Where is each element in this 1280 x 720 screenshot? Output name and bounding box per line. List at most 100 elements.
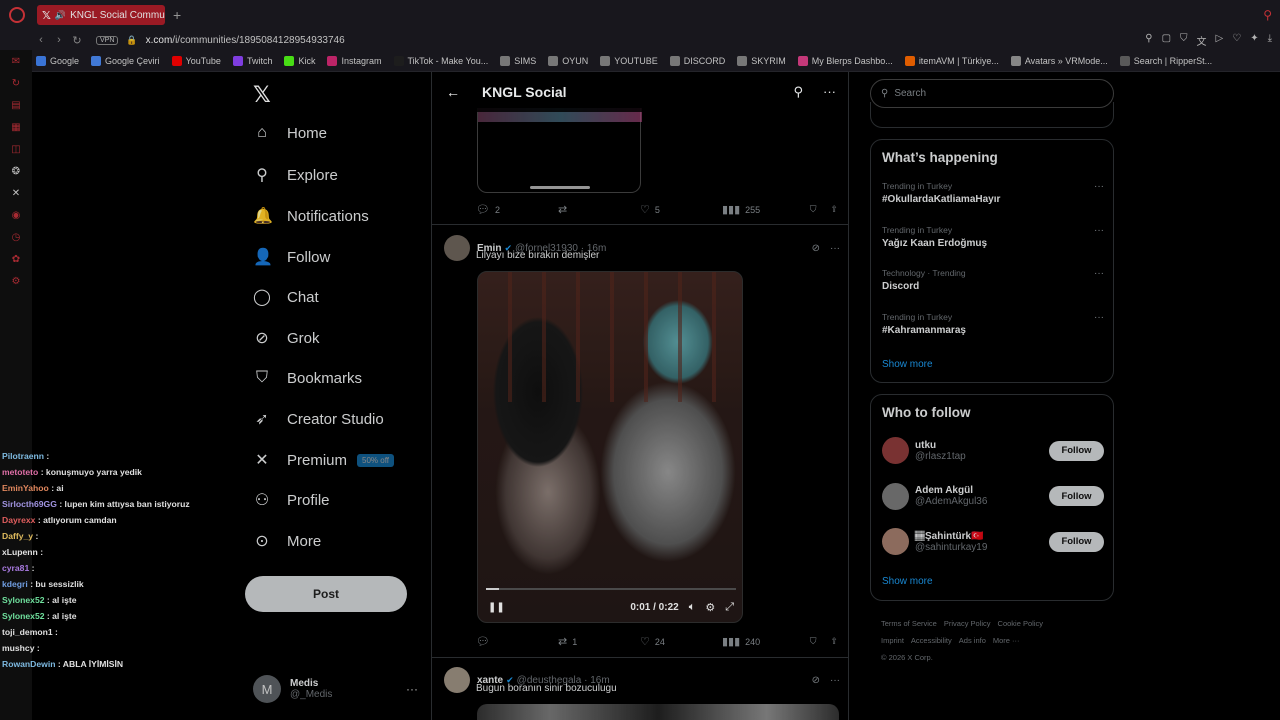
suggestion-name[interactable]: Adem Akgül xyxy=(915,485,987,496)
chat-username[interactable]: EminYahoo xyxy=(2,483,49,493)
bookmark-item[interactable]: My Blerps Dashbo... xyxy=(797,55,893,66)
bookmark-item[interactable]: Search | RipperSt... xyxy=(1119,55,1212,66)
reload-icon[interactable]: ↻ xyxy=(68,34,86,47)
settings-icon[interactable]: ⚙ xyxy=(705,601,715,614)
chat-username[interactable]: toji_demon1 xyxy=(2,627,53,637)
more-dots-icon[interactable]: ··· xyxy=(830,243,840,254)
avatar[interactable] xyxy=(882,437,909,464)
bookmark-item[interactable]: DISCORD xyxy=(669,55,725,66)
bookmark-item[interactable]: SKYRIM xyxy=(737,55,786,66)
avatar[interactable] xyxy=(444,667,470,693)
footer-link[interactable]: Accessibility xyxy=(911,636,952,645)
follow-suggestion[interactable]: utku @rlasz1tap Follow xyxy=(882,437,1104,464)
nav-item-explore[interactable]: ⚲ Explore xyxy=(253,165,338,185)
bookmark-item[interactable]: OYUN xyxy=(548,55,588,66)
show-more-link[interactable]: Show more xyxy=(882,359,933,370)
fullscreen-icon[interactable]: ⤢ xyxy=(725,601,734,614)
account-switcher[interactable]: M Medis @_Medis ··· xyxy=(253,675,418,703)
mail-icon[interactable]: ◫ xyxy=(10,144,22,156)
chat-username[interactable]: xLupenn xyxy=(2,547,38,557)
post-button[interactable]: Post xyxy=(245,576,407,612)
bookmark-item[interactable]: itemAVM | Türkiye... xyxy=(904,55,999,66)
footer-link[interactable]: Imprint xyxy=(881,636,904,645)
heart-icon[interactable]: ♡ xyxy=(1232,33,1241,48)
chat-username[interactable]: Daffy_y xyxy=(2,531,33,541)
bookmark-item[interactable]: YOUTUBE xyxy=(600,55,658,66)
share-icon[interactable]: ⇪ xyxy=(830,204,838,215)
chat-username[interactable]: Dayrexx xyxy=(2,515,35,525)
nav-item-premium[interactable]: ✕ Premium 50% off xyxy=(253,450,394,470)
refresh-icon[interactable]: ↻ xyxy=(10,78,22,90)
reply-button[interactable]: 💬︎ 2 xyxy=(476,203,558,216)
pin-icon[interactable]: ⚲ xyxy=(1145,33,1152,48)
trend-item[interactable]: Trending in Turkey Yağız Kaan Erdoğmuş ··· xyxy=(882,225,1104,249)
trend-item[interactable]: Trending in Turkey #OkullardaKatliamaHayı… xyxy=(882,181,1104,205)
footer-link[interactable]: Privacy Policy xyxy=(944,619,991,628)
grok-icon[interactable]: ⊘ xyxy=(812,675,820,686)
player-icon[interactable]: ◉ xyxy=(10,210,22,222)
views-button[interactable]: ▮▮▮ 255 xyxy=(722,203,802,216)
nav-item-home[interactable]: ⌂ Home xyxy=(253,124,327,142)
bookmark-item[interactable]: Twitch xyxy=(232,55,272,66)
trend-item[interactable]: Technology · Trending Discord ··· xyxy=(882,268,1104,292)
follow-suggestion[interactable]: Adem Akgül @AdemAkgul36 Follow xyxy=(882,482,1104,510)
suggestion-name[interactable]: 🏽Şahintürk🇹🇷 xyxy=(915,531,987,542)
retweet-button[interactable]: ⇄ 1 xyxy=(558,635,640,648)
calendar-icon[interactable]: ▦ xyxy=(10,122,22,134)
follow-button[interactable]: Follow xyxy=(1049,486,1104,506)
vpn-badge[interactable]: VPN xyxy=(96,35,119,45)
show-more-link[interactable]: Show more xyxy=(882,576,933,587)
tweet-video[interactable]: ❚❚ 0:01 / 0:22 🔈︎ ⚙ ⤢ xyxy=(477,271,743,623)
bookmark-item[interactable]: TikTok - Make You... xyxy=(393,55,488,66)
suggestion-name[interactable]: utku xyxy=(915,440,966,451)
extensions-icon[interactable]: ✦ xyxy=(1250,33,1258,48)
bookmark-item[interactable]: YouTube xyxy=(171,55,221,66)
shopping-icon[interactable]: ▤ xyxy=(10,100,22,112)
pause-icon[interactable]: ❚❚ xyxy=(488,602,505,613)
footer-link[interactable]: Ads info xyxy=(959,636,986,645)
more-dots-icon[interactable]: ··· xyxy=(406,682,418,696)
extensions-sidebar-icon[interactable]: ✿ xyxy=(10,254,22,266)
back-arrow-icon[interactable]: ← xyxy=(446,84,460,100)
volume-icon[interactable]: 🔈︎ xyxy=(689,601,696,614)
follow-button[interactable]: Follow xyxy=(1049,440,1104,461)
shield-icon[interactable]: ⛉ xyxy=(1180,33,1188,48)
footer-link[interactable]: Cookie Policy xyxy=(998,619,1043,628)
speaker-icon[interactable]: 🔊 xyxy=(55,10,66,21)
new-tab-button[interactable]: + xyxy=(173,7,181,23)
footer-link[interactable]: More ··· xyxy=(993,636,1020,645)
chatgpt-icon[interactable]: ❂ xyxy=(10,166,22,178)
chat-username[interactable]: Sylonex52 xyxy=(2,611,45,621)
nav-item-bookmarks[interactable]: ⛉ Bookmarks xyxy=(253,369,362,387)
screenshot-icon[interactable]: ▢ xyxy=(1162,33,1171,48)
previous-tweet-media[interactable] xyxy=(477,108,642,193)
chat-username[interactable]: RowanDewin xyxy=(2,659,55,669)
share-icon[interactable]: ⇪ xyxy=(830,636,838,647)
nav-item-creator-studio[interactable]: ➶ Creator Studio xyxy=(253,409,383,429)
translate-icon[interactable]: 文 xyxy=(1197,33,1207,48)
more-dots-icon[interactable]: ··· xyxy=(1094,312,1104,323)
lock-icon[interactable]: 🔒 xyxy=(126,35,137,46)
bookmark-item[interactable]: SIMS xyxy=(500,55,536,66)
bookmark-item[interactable]: Google xyxy=(36,55,79,66)
chat-username[interactable]: mushcy xyxy=(2,643,34,653)
forward-icon[interactable]: › xyxy=(50,34,68,46)
nav-item-follow[interactable]: 👤 Follow xyxy=(253,247,330,267)
reply-button[interactable]: 💬︎ xyxy=(476,635,558,648)
nav-item-grok[interactable]: ⊘ Grok xyxy=(253,328,319,348)
chat-username[interactable]: Sylonex52 xyxy=(2,595,45,605)
more-dots-icon[interactable]: ··· xyxy=(830,675,840,686)
nav-item-notifications[interactable]: 🔔 Notifications xyxy=(253,206,369,226)
footer-link[interactable]: Terms of Service xyxy=(881,619,937,628)
chat-username[interactable]: metoteto xyxy=(2,467,38,477)
bookmark-icon[interactable]: ⛉ xyxy=(810,204,817,215)
avatar[interactable] xyxy=(444,235,470,261)
browser-tab-active[interactable]: 𝕏 🔊 KNGL Social Communi xyxy=(37,5,165,25)
download-icon[interactable]: ⤓ xyxy=(1268,33,1272,48)
like-button[interactable]: ♡ 24 xyxy=(640,635,722,648)
views-button[interactable]: ▮▮▮ 240 xyxy=(722,635,802,648)
like-button[interactable]: ♡ 5 xyxy=(640,203,722,216)
follow-suggestion[interactable]: 🏽Şahintürk🇹🇷 @sahinturkay19 Follow xyxy=(882,528,1104,555)
x-sidebar-icon[interactable]: ✕ xyxy=(10,188,22,200)
chat-username[interactable]: cyra81 xyxy=(2,563,29,573)
